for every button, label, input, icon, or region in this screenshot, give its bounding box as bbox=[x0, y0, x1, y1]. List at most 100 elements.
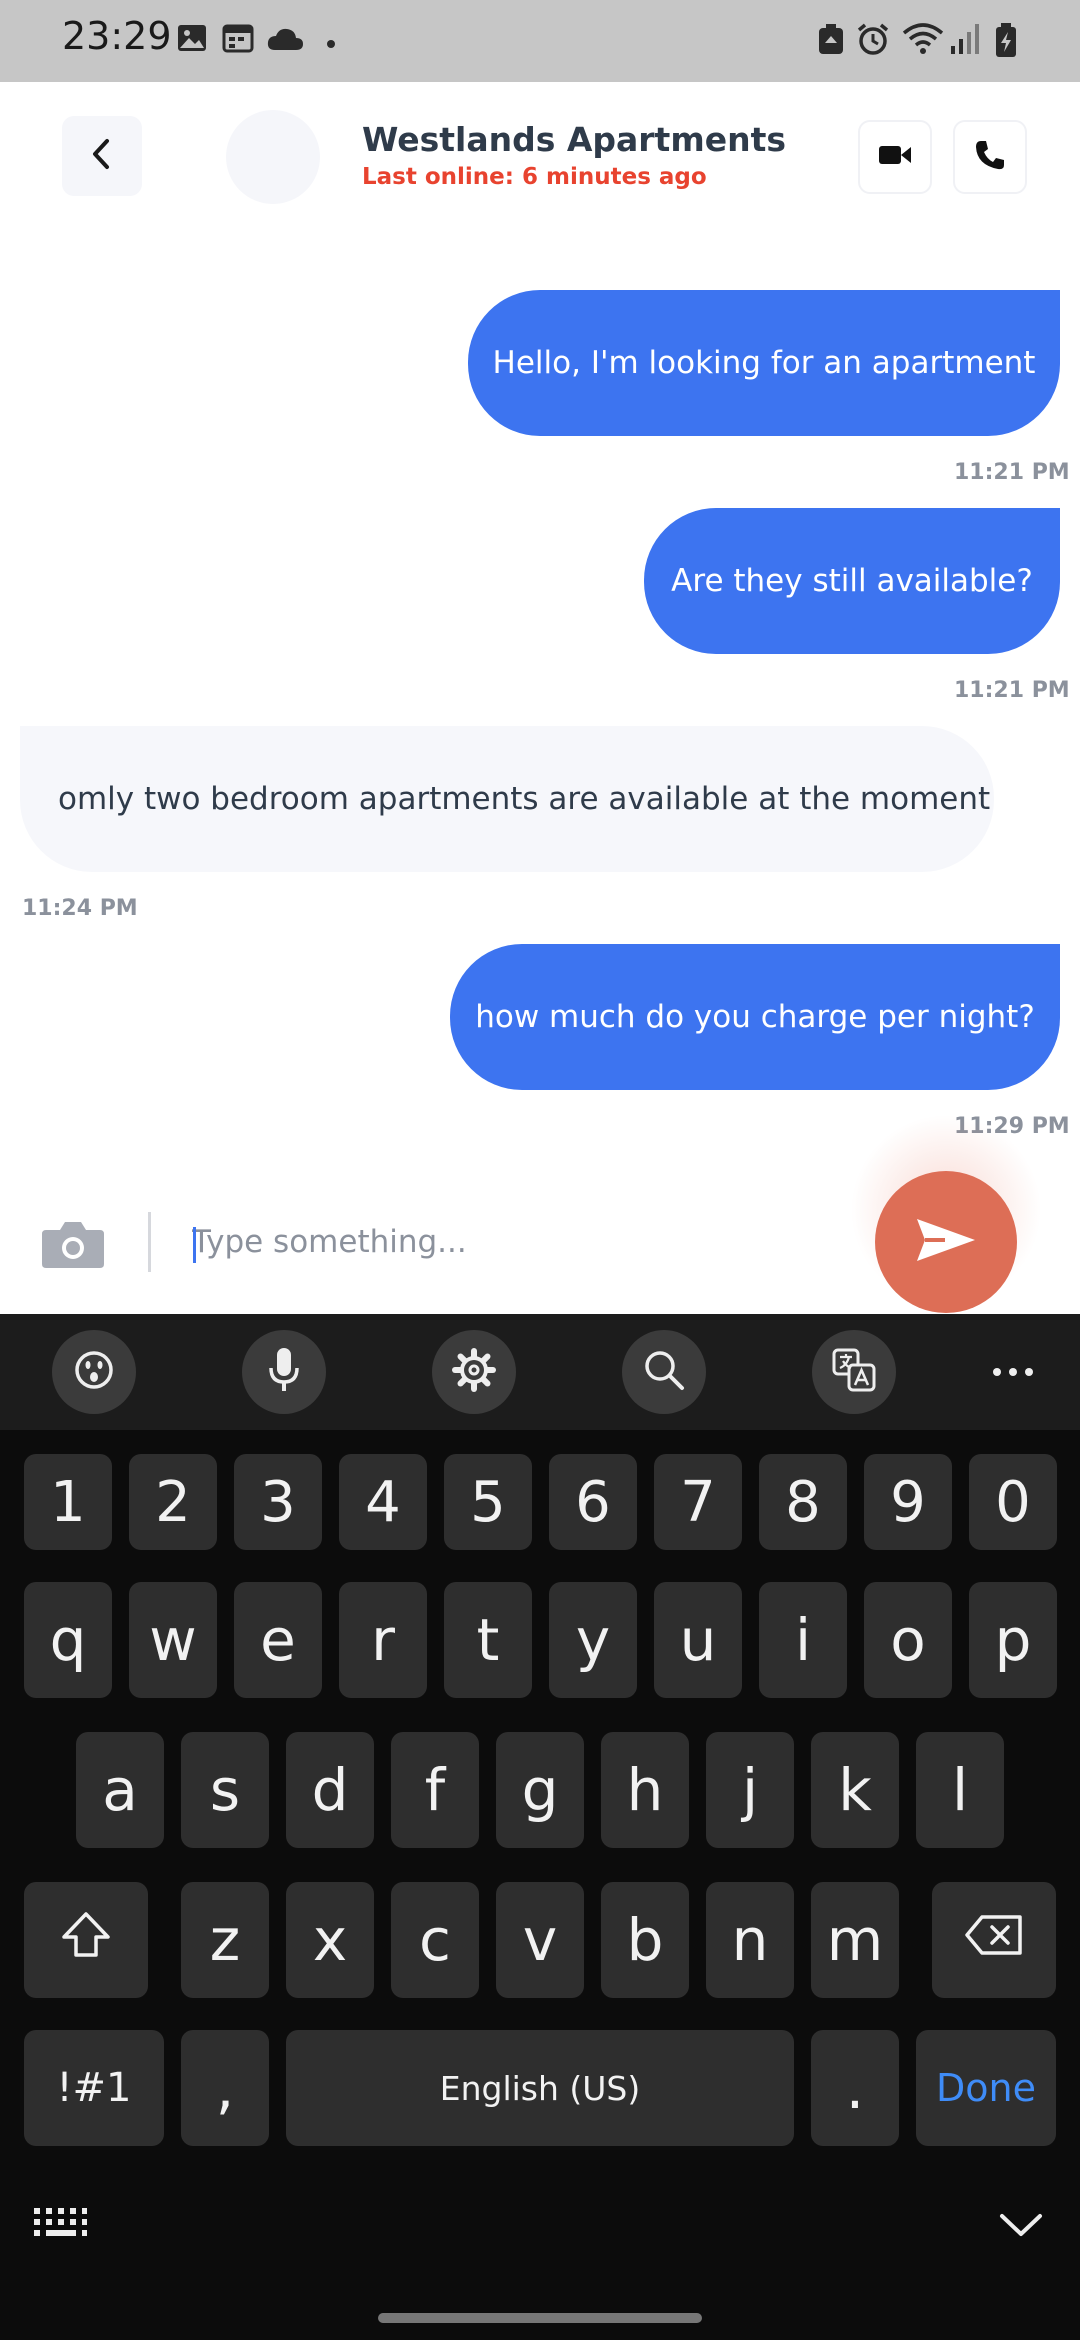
key-2[interactable]: 2 bbox=[129, 1454, 217, 1550]
message-bubble-incoming[interactable]: omly two bedroom apartments are availabl… bbox=[20, 726, 994, 872]
key-y[interactable]: y bbox=[549, 1582, 637, 1698]
chat-header: Westlands Apartments Last online: 6 minu… bbox=[0, 82, 1080, 232]
contact-name: Westlands Apartments bbox=[362, 120, 787, 159]
send-icon bbox=[915, 1217, 977, 1268]
key-b[interactable]: b bbox=[601, 1882, 689, 1998]
key-i[interactable]: i bbox=[759, 1582, 847, 1698]
home-indicator[interactable] bbox=[378, 2313, 702, 2323]
key-k[interactable]: k bbox=[811, 1732, 899, 1848]
message-text: omly two bedroom apartments are availabl… bbox=[58, 781, 991, 817]
key-g[interactable]: g bbox=[496, 1732, 584, 1848]
settings-icon bbox=[451, 1347, 497, 1398]
status-time: 23:29 bbox=[62, 14, 172, 58]
key-r[interactable]: r bbox=[339, 1582, 427, 1698]
signal-icon bbox=[950, 22, 980, 61]
chat-screen: 23:29 Westlands Apartments Last online: … bbox=[0, 0, 1080, 2340]
message-timestamp: 11:24 PM bbox=[22, 896, 138, 921]
key-p[interactable]: p bbox=[969, 1582, 1057, 1698]
key-0[interactable]: 0 bbox=[969, 1454, 1057, 1550]
text-cursor bbox=[193, 1227, 196, 1263]
message-timestamp: 11:21 PM bbox=[954, 460, 1070, 485]
key-m[interactable]: m bbox=[811, 1882, 899, 1998]
key-6[interactable]: 6 bbox=[549, 1454, 637, 1550]
send-button[interactable] bbox=[875, 1171, 1017, 1313]
key-d[interactable]: d bbox=[286, 1732, 374, 1848]
message-input[interactable] bbox=[192, 1210, 812, 1274]
back-button[interactable] bbox=[62, 116, 142, 196]
emoji-button[interactable] bbox=[52, 1330, 136, 1414]
key-e[interactable]: e bbox=[234, 1582, 322, 1698]
recycle-icon bbox=[816, 22, 846, 61]
search-icon bbox=[642, 1348, 686, 1397]
message-text: Hello, I'm looking for an apartment bbox=[492, 345, 1036, 381]
video-call-button[interactable] bbox=[858, 120, 932, 194]
message-text: how much do you charge per night? bbox=[475, 999, 1035, 1035]
key-j[interactable]: j bbox=[706, 1732, 794, 1848]
alarm-icon bbox=[856, 22, 890, 61]
key-t[interactable]: t bbox=[444, 1582, 532, 1698]
keyboard-settings-button[interactable] bbox=[432, 1330, 516, 1414]
key-n[interactable]: n bbox=[706, 1882, 794, 1998]
dot-icon bbox=[326, 36, 336, 54]
key-q[interactable]: q bbox=[24, 1582, 112, 1698]
key-1[interactable]: 1 bbox=[24, 1454, 112, 1550]
hide-keyboard-icon[interactable] bbox=[998, 2210, 1044, 2245]
composer-divider bbox=[148, 1212, 151, 1272]
camera-icon[interactable] bbox=[40, 1218, 106, 1275]
shift-key[interactable] bbox=[24, 1882, 148, 1998]
backspace-key[interactable] bbox=[932, 1882, 1056, 1998]
translate-icon bbox=[831, 1347, 877, 1398]
voice-call-button[interactable] bbox=[953, 120, 1027, 194]
key-z[interactable]: z bbox=[181, 1882, 269, 1998]
last-online-status: Last online: 6 minutes ago bbox=[362, 164, 707, 190]
key-f[interactable]: f bbox=[391, 1732, 479, 1848]
keyboard: 1 2 3 4 5 6 7 8 9 0 q w e r t y u i o p … bbox=[0, 1314, 1080, 2340]
key-u[interactable]: u bbox=[654, 1582, 742, 1698]
avatar[interactable] bbox=[226, 110, 320, 204]
wifi-icon bbox=[902, 22, 944, 61]
space-key[interactable]: English (US) bbox=[286, 2030, 794, 2146]
keyboard-toolbar bbox=[0, 1314, 1080, 1430]
key-s[interactable]: s bbox=[181, 1732, 269, 1848]
microphone-icon bbox=[267, 1346, 301, 1399]
emoji-icon bbox=[73, 1349, 115, 1396]
key-8[interactable]: 8 bbox=[759, 1454, 847, 1550]
message-bubble-outgoing[interactable]: Hello, I'm looking for an apartment bbox=[468, 290, 1060, 436]
battery-charging-icon bbox=[994, 22, 1018, 63]
message-bubble-outgoing[interactable]: Are they still available? bbox=[644, 508, 1060, 654]
key-5[interactable]: 5 bbox=[444, 1454, 532, 1550]
message-timestamp: 11:21 PM bbox=[954, 678, 1070, 703]
key-w[interactable]: w bbox=[129, 1582, 217, 1698]
chevron-left-icon bbox=[87, 137, 117, 176]
key-l[interactable]: l bbox=[916, 1732, 1004, 1848]
calendar-icon bbox=[222, 22, 254, 59]
shift-icon bbox=[60, 1909, 112, 1971]
comma-key[interactable]: , bbox=[181, 2030, 269, 2146]
key-c[interactable]: c bbox=[391, 1882, 479, 1998]
done-key[interactable]: Done bbox=[916, 2030, 1056, 2146]
cloud-icon bbox=[266, 26, 304, 57]
key-7[interactable]: 7 bbox=[654, 1454, 742, 1550]
backspace-icon bbox=[964, 1913, 1024, 1967]
key-x[interactable]: x bbox=[286, 1882, 374, 1998]
key-h[interactable]: h bbox=[601, 1732, 689, 1848]
key-9[interactable]: 9 bbox=[864, 1454, 952, 1550]
message-text: Are they still available? bbox=[671, 563, 1033, 599]
keyboard-grid-icon[interactable] bbox=[32, 2206, 88, 2245]
key-v[interactable]: v bbox=[496, 1882, 584, 1998]
message-bubble-outgoing[interactable]: how much do you charge per night? bbox=[450, 944, 1060, 1090]
voice-input-button[interactable] bbox=[242, 1330, 326, 1414]
key-o[interactable]: o bbox=[864, 1582, 952, 1698]
key-3[interactable]: 3 bbox=[234, 1454, 322, 1550]
gallery-icon bbox=[176, 22, 208, 59]
translate-button[interactable] bbox=[812, 1330, 896, 1414]
symbols-key[interactable]: !#1 bbox=[24, 2030, 164, 2146]
phone-icon bbox=[973, 138, 1007, 177]
key-a[interactable]: a bbox=[76, 1732, 164, 1848]
period-key[interactable]: . bbox=[811, 2030, 899, 2146]
more-icon[interactable] bbox=[990, 1352, 1036, 1397]
video-camera-icon bbox=[878, 143, 912, 172]
status-bar: 23:29 bbox=[0, 0, 1080, 82]
key-4[interactable]: 4 bbox=[339, 1454, 427, 1550]
keyboard-search-button[interactable] bbox=[622, 1330, 706, 1414]
